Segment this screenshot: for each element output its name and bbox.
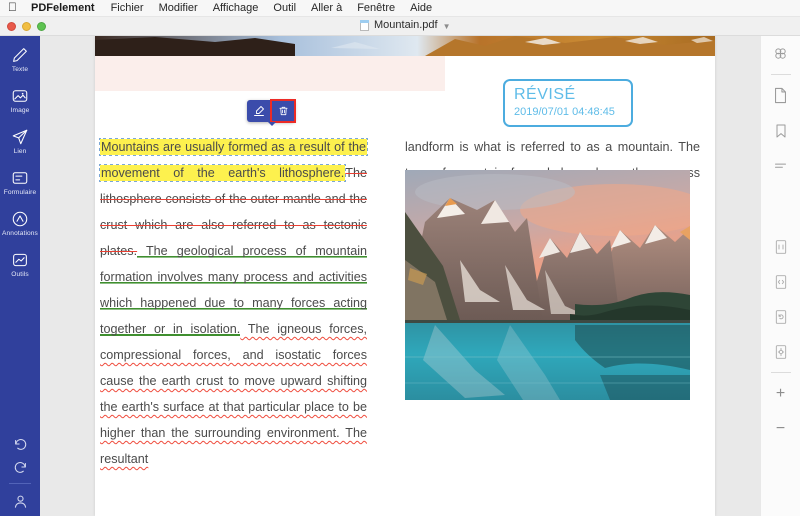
sidebar-item-annotations[interactable]: Annotations [0,200,40,241]
page-icon [775,87,786,104]
zoom-out-button[interactable]: − [761,411,800,446]
menubar-app-name[interactable]: PDFelement [31,2,95,14]
document-canvas[interactable]: RÉVISÉ 2019/07/01 04:48:45 Mountains are… [40,36,760,516]
squiggly-text-run[interactable]: The igneous forces, compressional forces… [100,322,367,466]
link-send-icon [12,129,28,145]
menubar-item-fichier[interactable]: Fichier [111,2,144,14]
sidebar-label-annotations: Annotations [2,230,38,237]
image-icon [12,90,28,102]
document-file-icon [360,19,369,31]
tools-icon [13,253,27,267]
undo-icon[interactable] [12,437,29,451]
apple-logo-icon[interactable]:  [8,1,17,13]
left-toolbar-footer [0,437,40,510]
grid-thumbnails-icon [775,48,786,59]
delete-annotation-button[interactable] [270,99,296,123]
page-split-button[interactable] [761,264,800,299]
pencil-icon [13,48,27,62]
menubar-item-aller-a[interactable]: Aller à [311,2,342,14]
right-toolbar: + − [760,36,800,516]
zoom-out-minus-icon: − [775,419,786,437]
window-titlebar: Mountain.pdf ▼ [0,17,800,36]
sidebar-item-lien[interactable]: Lien [0,118,40,159]
page-thumbnail-button[interactable] [761,78,800,113]
grid-thumbnails-button[interactable] [761,36,800,71]
document-paragraph-left: Mountains are usually formed as a result… [99,134,368,472]
pink-content-block [95,56,445,91]
document-title: Mountain.pdf [374,19,438,31]
chevron-down-icon[interactable]: ▼ [443,22,451,31]
form-icon [12,172,28,184]
page-extract-icon [775,344,786,359]
page-size-button[interactable] [761,229,800,264]
sidebar-item-outils[interactable]: Outils [0,241,40,282]
outline-list-button[interactable] [761,148,800,183]
menubar-item-modifier[interactable]: Modifier [159,2,198,14]
bookmark-button[interactable] [761,113,800,148]
mountain-lake-photo[interactable] [405,170,690,400]
mountain-banner-image [95,36,715,56]
pdf-page: RÉVISÉ 2019/07/01 04:48:45 Mountains are… [95,36,715,516]
page-extract-button[interactable] [761,334,800,369]
list-lines-icon [774,163,787,168]
minimize-window-button[interactable] [22,22,31,31]
left-toolbar: Texte Image Lien Formulaire Annotations … [0,36,40,516]
sidebar-item-formulaire[interactable]: Formulaire [0,159,40,200]
maximize-window-button[interactable] [37,22,46,31]
annotation-icon [12,211,28,227]
sidebar-item-image[interactable]: Image [0,77,40,118]
page-split-icon [775,274,786,289]
redo-icon[interactable] [12,460,29,474]
zoom-in-plus-icon: + [775,384,786,402]
sidebar-item-texte[interactable]: Texte [0,36,40,77]
annotation-popup-toolbar[interactable] [247,99,296,126]
close-window-button[interactable] [7,22,16,31]
sidebar-label-formulaire: Formulaire [3,189,37,196]
page-size-icon [775,239,786,254]
status-badge[interactable]: RÉVISÉ 2019/07/01 04:48:45 [503,79,633,127]
menubar-item-outil[interactable]: Outil [273,2,296,14]
document-tab[interactable]: Mountain.pdf ▼ [360,19,451,31]
macos-menubar:  PDFelement Fichier Modifier Affichage … [0,0,800,17]
document-text-column-left[interactable]: Mountains are usually formed as a result… [99,134,368,472]
user-account-icon[interactable] [12,493,29,510]
right-rail-divider-top [770,74,791,75]
sidebar-label-image: Image [10,107,30,114]
highlighter-pen-icon [254,106,264,116]
sidebar-label-outils: Outils [11,271,29,278]
highlighter-pen-button[interactable] [247,100,271,122]
sidebar-label-texte: Texte [11,66,29,73]
right-rail-divider-bottom [770,372,791,373]
page-rotate-button[interactable] [761,299,800,334]
menubar-item-aide[interactable]: Aide [410,2,432,14]
highlighted-text-run[interactable]: Mountains are usually formed as a result… [99,138,368,182]
zoom-in-button[interactable]: + [761,376,800,411]
window-controls [7,22,46,31]
trash-delete-icon [278,106,288,116]
sidebar-label-lien: Lien [13,148,27,155]
menubar-item-fenetre[interactable]: Fenêtre [357,2,395,14]
rail-divider [9,483,31,484]
application-window:  PDFelement Fichier Modifier Affichage … [0,0,800,516]
menubar-item-affichage[interactable]: Affichage [213,2,259,14]
bookmark-icon [776,124,785,137]
stamp-title: RÉVISÉ [514,86,576,103]
stamp-date: 2019/07/01 04:48:45 [514,106,615,118]
page-rotate-icon [775,309,786,324]
